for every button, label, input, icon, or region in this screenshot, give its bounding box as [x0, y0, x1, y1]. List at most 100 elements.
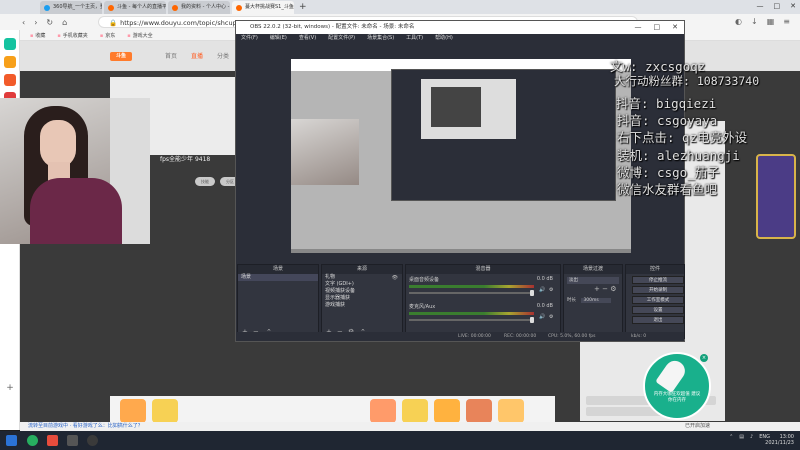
taskbar-app-icon[interactable] — [47, 435, 58, 446]
speaker-icon[interactable]: 🔊 — [539, 287, 545, 293]
gift-item[interactable] — [152, 399, 178, 423]
room-tag[interactable]: 技能 — [195, 177, 215, 186]
sidebar-app-icon[interactable] — [4, 74, 16, 86]
bookmark-item[interactable]: 手机收藏夹 — [57, 32, 88, 39]
volume-meter — [409, 312, 534, 315]
menu-file[interactable]: 文件(F) — [241, 34, 258, 43]
menu-scene-collection[interactable]: 场景集合(S) — [367, 34, 394, 43]
network-icon[interactable]: ▤ — [739, 434, 744, 440]
sidebar-app-icon[interactable] — [4, 38, 16, 50]
sidebar-add-icon[interactable]: + — [4, 382, 16, 394]
tray-up-icon[interactable]: ⌃ — [729, 434, 733, 440]
source-item[interactable]: 游戏捕获 — [322, 302, 402, 309]
transition-select[interactable]: 淡出 — [567, 277, 619, 284]
gift-item[interactable] — [120, 399, 146, 423]
clock-date: 2021/11/23 — [765, 440, 794, 446]
channel-db: 0.0 dB — [536, 276, 553, 282]
taskbar-app-icon[interactable] — [67, 435, 78, 446]
mixer-channel: 桌面音频设备 0.0 dB 🔊 ⚙ — [409, 276, 557, 301]
stop-streaming-button[interactable]: 停止推流 — [632, 276, 684, 284]
cpu-fps: CPU: 5.0%, 60.00 fps — [548, 334, 596, 339]
preview-canvas — [281, 51, 638, 256]
new-tab-button[interactable]: + — [299, 1, 307, 14]
exit-button[interactable]: 退出 — [632, 316, 684, 324]
remove-transition-icon[interactable]: − — [602, 285, 608, 293]
volume-knob[interactable] — [530, 317, 534, 323]
volume-icon[interactable]: ♪ — [750, 434, 753, 440]
panel-title: 控件 — [626, 265, 684, 274]
bookmark-item[interactable]: 收藏 — [30, 32, 45, 39]
bookmark-item[interactable]: 京东 — [100, 32, 115, 39]
transition-settings-icon[interactable]: ⚙ — [610, 285, 616, 293]
taskbar-app-icon[interactable] — [27, 435, 38, 446]
panel-title: 来源 — [322, 265, 402, 274]
rank-badge[interactable] — [756, 154, 796, 239]
volume-knob[interactable] — [530, 290, 534, 296]
volume-slider[interactable] — [409, 319, 534, 321]
extension-icon[interactable]: ◐ — [735, 17, 742, 26]
gift-item[interactable] — [434, 399, 460, 423]
refresh-icon[interactable]: ↻ — [46, 18, 53, 27]
minimize-icon[interactable]: — — [757, 2, 764, 10]
menu-tools[interactable]: 工具(T) — [406, 34, 423, 43]
close-icon[interactable]: × — [700, 354, 708, 362]
browser-tab[interactable]: 我的资料 - 个人中心 - 斗鱼 × — [168, 1, 230, 14]
browser-tab[interactable]: 360导航_一个主页，整个世界 × — [40, 1, 102, 14]
clock[interactable]: 13:00 2021/11/23 — [765, 434, 794, 446]
download-icon[interactable]: ↓ — [751, 17, 758, 26]
speaker-icon[interactable]: 🔊 — [539, 314, 545, 320]
panel-title: 混音器 — [406, 265, 560, 274]
menu-profile[interactable]: 配置文件(P) — [328, 34, 355, 43]
source-item[interactable]: 视频捕获设备 — [322, 288, 402, 295]
channel-settings-icon[interactable]: ⚙ — [549, 287, 553, 293]
bookmark-item[interactable]: 游戏大全 — [127, 32, 153, 39]
gift-item[interactable] — [466, 399, 492, 423]
source-item[interactable]: 显示器捕获 — [322, 295, 402, 302]
browser-tab[interactable]: 斗鱼 - 每个人的直播平台 × — [104, 1, 166, 14]
room-name: fps全能少年 9418 — [160, 156, 211, 163]
studio-mode-button[interactable]: 工作室模式 — [632, 296, 684, 304]
obs-preview[interactable] — [281, 51, 638, 256]
maximize-icon[interactable]: □ — [774, 2, 781, 10]
start-recording-button[interactable]: 开始录制 — [632, 286, 684, 294]
menu-edit[interactable]: 编辑(E) — [270, 34, 287, 43]
rec-time: REC: 00:00:00 — [504, 334, 537, 339]
gift-item[interactable] — [402, 399, 428, 423]
minimize-icon[interactable]: — — [635, 21, 642, 34]
browser-tab-bar: 360导航_一个主页，整个世界 × 斗鱼 - 每个人的直播平台 × 我的资料 -… — [0, 0, 800, 14]
menu-view[interactable]: 查看(V) — [299, 34, 316, 43]
obs-status-bar: LIVE: 00:00:00 REC: 00:00:00 CPU: 5.0%, … — [236, 332, 684, 341]
volume-slider[interactable] — [409, 292, 534, 294]
gift-item[interactable] — [498, 399, 524, 423]
menu-icon[interactable]: ≡ — [783, 17, 790, 26]
browser-tab-active[interactable]: 蔓大杯挑战赛S1_斗鱼直播平台 × — [232, 1, 294, 14]
nav-item[interactable]: 分类 — [217, 51, 229, 60]
source-item[interactable]: 礼物 — [322, 274, 402, 281]
start-icon[interactable] — [6, 435, 17, 446]
scene-item[interactable]: 场景 — [238, 274, 318, 281]
grid-icon[interactable]: ▦ — [767, 17, 775, 26]
nav-item[interactable]: 首页 — [165, 51, 177, 60]
back-icon[interactable]: ‹ — [22, 18, 25, 27]
duration-input[interactable]: 300ms — [581, 298, 612, 303]
nav-item-active[interactable]: 直播 — [191, 51, 203, 60]
tab-label: 360导航_一个主页，整个世界 — [53, 4, 102, 10]
site-logo[interactable]: 斗鱼 — [110, 52, 132, 61]
source-item[interactable]: 文字 (GDI+) — [322, 281, 402, 288]
close-icon[interactable]: ✕ — [790, 2, 796, 10]
maximize-icon[interactable]: □ — [654, 21, 661, 34]
channel-settings-icon[interactable]: ⚙ — [549, 314, 553, 320]
eye-icon[interactable]: 👁 — [392, 275, 398, 281]
gift-item[interactable] — [370, 399, 396, 423]
menu-help[interactable]: 帮助(H) — [435, 34, 453, 43]
settings-button[interactable]: 设置 — [632, 306, 684, 314]
forward-icon[interactable]: › — [34, 18, 37, 27]
taskbar-app-icon[interactable] — [87, 435, 98, 446]
home-icon[interactable]: ⌂ — [62, 18, 67, 27]
status-message[interactable]: 流转至目前游戏中 · 看好游戏了么：比如搞什么了？ — [28, 423, 143, 429]
close-icon[interactable]: ✕ — [672, 21, 678, 34]
channel-db: 0.0 dB — [536, 303, 553, 309]
sidebar-app-icon[interactable] — [4, 56, 16, 68]
add-transition-icon[interactable]: + — [594, 285, 600, 293]
obs-title-bar: OBS 22.0.2 (32-bit, windows) - 配置文件: 未命名… — [236, 21, 684, 34]
